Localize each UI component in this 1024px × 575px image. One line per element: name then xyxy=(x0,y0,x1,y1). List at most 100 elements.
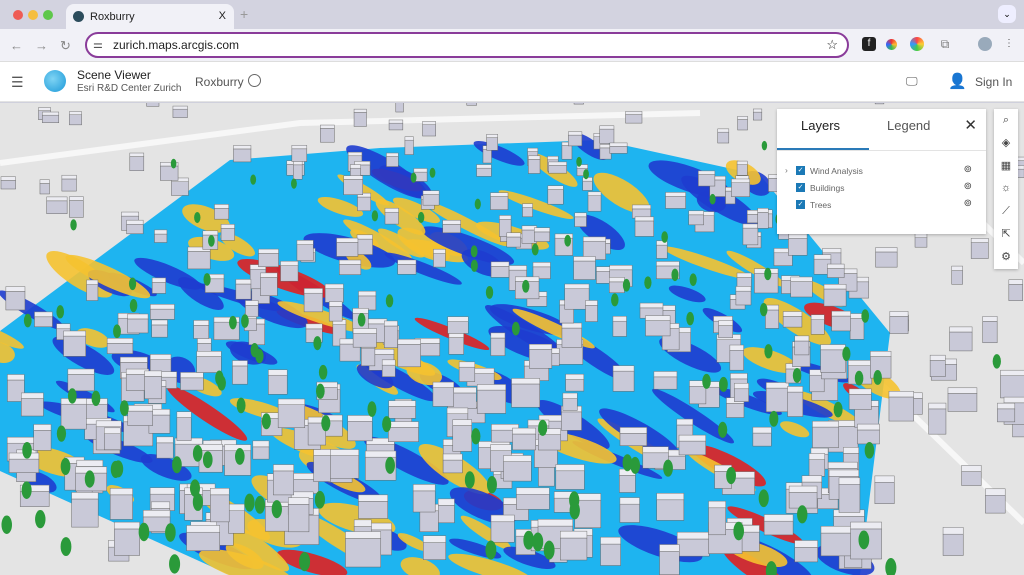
building xyxy=(180,377,204,391)
building-roof xyxy=(560,530,588,539)
building xyxy=(8,458,40,473)
zoom-to-layer-icon[interactable]: ⊚ xyxy=(964,181,972,192)
building-roof xyxy=(345,531,382,539)
building xyxy=(419,510,439,533)
scene-info-globe-icon[interactable] xyxy=(248,74,261,87)
new-tab-button[interactable]: + xyxy=(240,6,248,22)
reload-button[interactable]: ↻ xyxy=(60,38,71,54)
building-roof xyxy=(490,514,515,523)
tab-legend[interactable]: Legend xyxy=(887,118,930,133)
building-roof xyxy=(423,535,447,543)
extension-color-icon[interactable] xyxy=(886,39,897,50)
menu-icon[interactable]: ☰ xyxy=(11,74,24,91)
building-roof xyxy=(156,436,174,444)
extension-chrome-icon[interactable] xyxy=(910,37,924,51)
layer-item-buildings[interactable]: ✓ Buildings ⊚ xyxy=(785,181,980,195)
building xyxy=(422,124,436,137)
building-roof xyxy=(442,453,463,461)
building xyxy=(574,216,587,227)
minimize-window-button[interactable] xyxy=(28,10,38,20)
layers-icon[interactable]: ◈ xyxy=(994,132,1018,155)
building xyxy=(889,316,909,334)
layer-checkbox[interactable]: ✓ xyxy=(796,183,805,192)
expand-chevron-icon[interactable]: › xyxy=(785,165,788,175)
site-settings-icon[interactable]: ⚌ xyxy=(93,38,103,51)
back-button[interactable]: ← xyxy=(10,38,23,53)
building xyxy=(42,114,60,123)
building xyxy=(625,114,643,124)
tree xyxy=(671,268,679,282)
layer-checkbox[interactable]: ✓ xyxy=(796,166,805,175)
zoom-to-layer-icon[interactable]: ⊚ xyxy=(964,164,972,175)
tree xyxy=(192,444,203,462)
presentation-icon[interactable]: 🖵 xyxy=(906,74,918,89)
settings-icon[interactable]: ⚙ xyxy=(994,246,1018,269)
tree xyxy=(726,466,736,485)
building-roof xyxy=(404,136,414,141)
browser-tab[interactable]: Roxburry X xyxy=(66,4,234,29)
url-text: zurich.maps.arcgis.com xyxy=(113,38,240,52)
building-roof xyxy=(827,263,845,269)
building xyxy=(126,224,144,235)
building xyxy=(1008,284,1023,301)
tree xyxy=(764,267,772,281)
building xyxy=(388,122,404,131)
building-roof xyxy=(352,308,369,314)
building xyxy=(329,455,360,479)
building xyxy=(345,538,382,568)
tab-close-button[interactable]: X xyxy=(219,10,226,22)
building xyxy=(214,208,229,220)
address-bar[interactable]: ⚌ zurich.maps.arcgis.com ☆ xyxy=(85,32,849,58)
tree xyxy=(35,510,46,529)
bookmark-star-icon[interactable]: ☆ xyxy=(826,37,838,53)
sign-in-link[interactable]: Sign In xyxy=(975,75,1012,89)
building-roof xyxy=(794,540,818,548)
tree xyxy=(67,388,77,404)
building xyxy=(529,349,553,369)
share-icon[interactable]: ⇱ xyxy=(994,223,1018,246)
layer-item-trees[interactable]: ✓ Trees ⊚ xyxy=(785,198,980,212)
extension-f-icon[interactable]: f xyxy=(862,37,876,51)
search-icon[interactable]: ⌕ xyxy=(994,109,1018,132)
building-roof xyxy=(329,449,360,456)
user-icon[interactable]: 👤 xyxy=(948,72,967,90)
building xyxy=(875,251,898,268)
profile-avatar[interactable] xyxy=(978,37,992,51)
building-roof xyxy=(433,248,446,254)
building xyxy=(763,520,794,536)
browser-menu-icon[interactable]: ⋮ xyxy=(1002,37,1016,51)
tree xyxy=(357,313,366,327)
building xyxy=(412,490,436,513)
building xyxy=(353,112,367,127)
building-roof xyxy=(476,384,507,391)
building-roof xyxy=(347,415,373,422)
measure-icon[interactable]: ⟋ xyxy=(994,200,1018,223)
close-panel-icon[interactable]: ✕ xyxy=(964,116,977,134)
building-roof xyxy=(384,207,399,213)
building xyxy=(433,253,446,268)
extensions-puzzle-icon[interactable]: ⧉ xyxy=(938,37,952,51)
building xyxy=(787,391,804,417)
maximize-window-button[interactable] xyxy=(43,10,53,20)
building-roof xyxy=(848,388,872,395)
tab-layers[interactable]: Layers xyxy=(801,118,840,133)
scene-title: Roxburry xyxy=(195,75,244,89)
zoom-to-layer-icon[interactable]: ⊚ xyxy=(964,198,972,209)
layer-checkbox[interactable]: ✓ xyxy=(796,200,805,209)
tab-search-chevron-icon[interactable]: ⌄ xyxy=(998,5,1016,23)
building-roof xyxy=(731,178,750,183)
layer-item-wind-analysis[interactable]: › ✓ Wind Analysis ⊚ xyxy=(785,164,980,178)
building-roof xyxy=(127,313,149,320)
layer-name: Buildings xyxy=(810,183,845,193)
daylight-icon[interactable]: ☼ xyxy=(994,177,1018,200)
building-roof xyxy=(7,374,25,381)
building xyxy=(357,196,372,212)
building-roof xyxy=(358,494,388,502)
building xyxy=(187,251,211,270)
basemap-icon[interactable]: ▦ xyxy=(994,155,1018,178)
forward-button[interactable]: → xyxy=(35,38,48,53)
building-roof xyxy=(688,210,704,216)
tree xyxy=(60,537,72,557)
close-window-button[interactable] xyxy=(13,10,23,20)
tree xyxy=(611,293,619,307)
